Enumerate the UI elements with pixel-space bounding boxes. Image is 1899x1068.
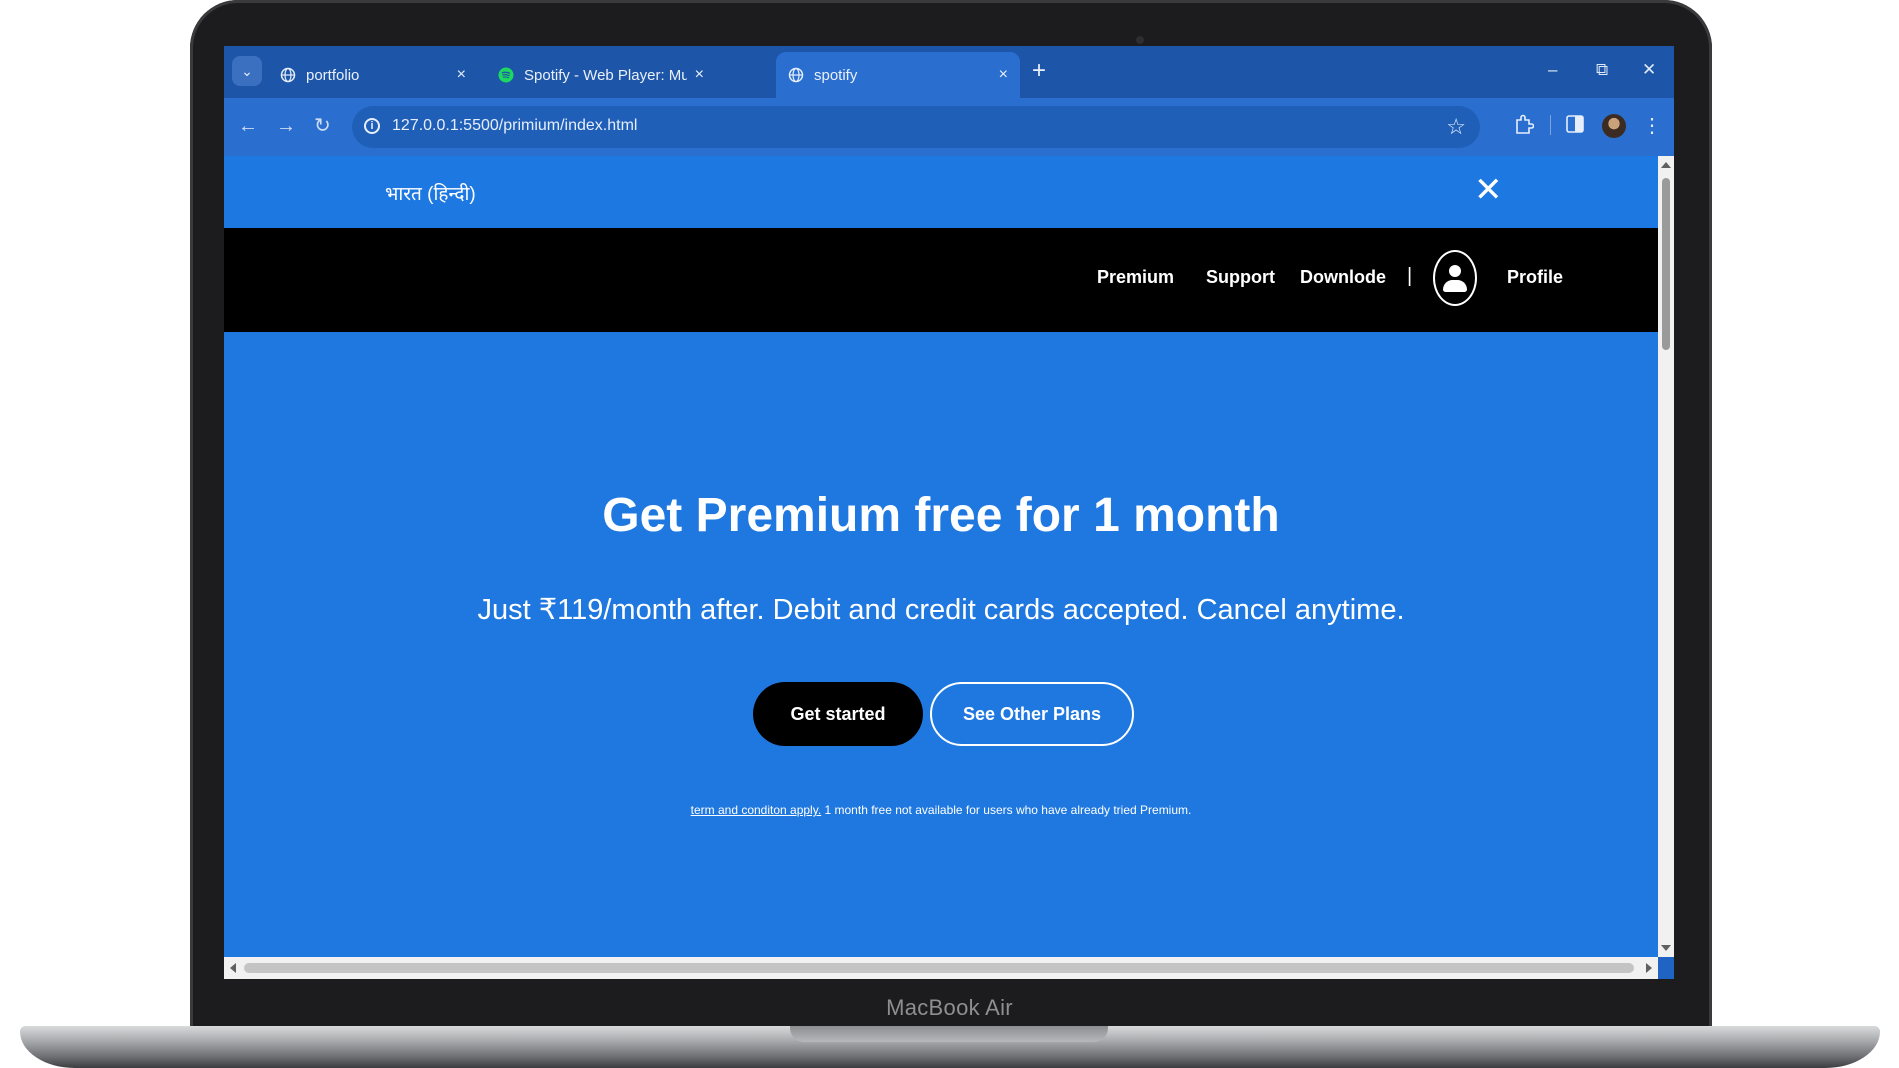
side-panel-icon[interactable]	[1566, 114, 1584, 134]
horizontal-scrollbar[interactable]	[224, 957, 1658, 979]
scroll-left-arrow-icon[interactable]	[230, 963, 236, 973]
vertical-scrollbar[interactable]	[1658, 156, 1674, 957]
nav-separator: |	[1407, 265, 1413, 287]
tab-portfolio[interactable]: portfolio ×	[268, 52, 478, 98]
toolbar-divider	[1550, 115, 1551, 135]
spotify-icon	[498, 67, 514, 83]
profile-avatar-icon[interactable]	[1602, 114, 1626, 138]
globe-icon	[280, 67, 296, 83]
get-started-button[interactable]: Get started	[753, 682, 923, 746]
scroll-right-arrow-icon[interactable]	[1646, 963, 1652, 973]
close-tab-icon[interactable]: ×	[457, 66, 466, 84]
tab-title: spotify	[814, 66, 858, 84]
back-arrow-icon[interactable]: ←	[238, 114, 258, 138]
device-brand-label: MacBook Air	[886, 995, 1013, 1020]
extensions-puzzle-icon[interactable]	[1514, 114, 1534, 136]
terms-link[interactable]: term and conditon apply.	[691, 803, 822, 817]
url-text: 127.0.0.1:5500/primium/index.html	[392, 117, 638, 134]
address-bar[interactable]: i 127.0.0.1:5500/primium/index.html ☆	[352, 106, 1480, 148]
camera-icon	[1136, 36, 1144, 44]
vertical-scroll-thumb[interactable]	[1662, 178, 1670, 350]
nav-link-support[interactable]: Support	[1206, 267, 1275, 288]
close-window-button[interactable]: ✕	[1642, 60, 1656, 80]
horizontal-scroll-thumb[interactable]	[244, 963, 1634, 973]
site-navbar: Premium Support Downlode | Profile	[224, 228, 1658, 332]
new-tab-button[interactable]: +	[1032, 58, 1046, 84]
browser-window: ⌄ portfolio × Spotify - Web Player: Musi…	[224, 46, 1674, 979]
user-avatar-icon[interactable]	[1433, 250, 1477, 306]
terms-fineprint: term and conditon apply. 1 month free no…	[224, 803, 1658, 817]
forward-arrow-icon[interactable]: →	[276, 114, 296, 138]
tab-spotify[interactable]: spotify ×	[776, 52, 1020, 98]
nav-link-download[interactable]: Downlode	[1300, 267, 1386, 288]
site-info-icon[interactable]: i	[364, 118, 380, 134]
browser-toolbar: ← → ↻ i 127.0.0.1:5500/primium/index.htm…	[224, 98, 1674, 156]
scroll-down-arrow-icon[interactable]	[1661, 945, 1671, 951]
tab-spotify-web-player[interactable]: Spotify - Web Player: Music for ×	[486, 52, 716, 98]
close-banner-icon[interactable]: ✕	[1474, 172, 1503, 208]
close-tab-icon[interactable]: ×	[695, 66, 704, 84]
close-tab-icon[interactable]: ×	[999, 66, 1008, 84]
terms-note: 1 month free not available for users who…	[821, 803, 1192, 817]
bookmark-star-icon[interactable]: ☆	[1446, 114, 1466, 140]
language-link[interactable]: भारत (हिन्दी)	[385, 180, 476, 206]
reload-icon[interactable]: ↻	[314, 114, 331, 138]
tab-strip: ⌄ portfolio × Spotify - Web Player: Musi…	[224, 46, 1674, 98]
minimize-window-button[interactable]: –	[1548, 60, 1557, 80]
restore-window-button[interactable]: ⧉	[1596, 60, 1608, 80]
nav-link-profile[interactable]: Profile	[1507, 267, 1563, 288]
tab-title: Spotify - Web Player: Music for	[524, 66, 687, 84]
page-viewport: भारत (हिन्दी) ✕ Premium Support Downlode…	[224, 156, 1658, 957]
see-other-plans-button[interactable]: See Other Plans	[930, 682, 1134, 746]
nav-link-premium[interactable]: Premium	[1097, 267, 1174, 288]
language-banner: भारत (हिन्दी) ✕	[224, 156, 1658, 228]
laptop-hinge-notch	[790, 1026, 1108, 1042]
tab-title: portfolio	[306, 66, 360, 84]
globe-icon	[788, 67, 804, 83]
hero-subtitle: Just ₹119/month after. Debit and credit …	[477, 594, 1405, 626]
tab-search-button[interactable]: ⌄	[232, 56, 262, 86]
more-options-icon[interactable]: ⋮	[1642, 114, 1662, 138]
hero-title: Get Premium free for 1 month	[602, 489, 1280, 542]
scroll-up-arrow-icon[interactable]	[1661, 162, 1671, 168]
